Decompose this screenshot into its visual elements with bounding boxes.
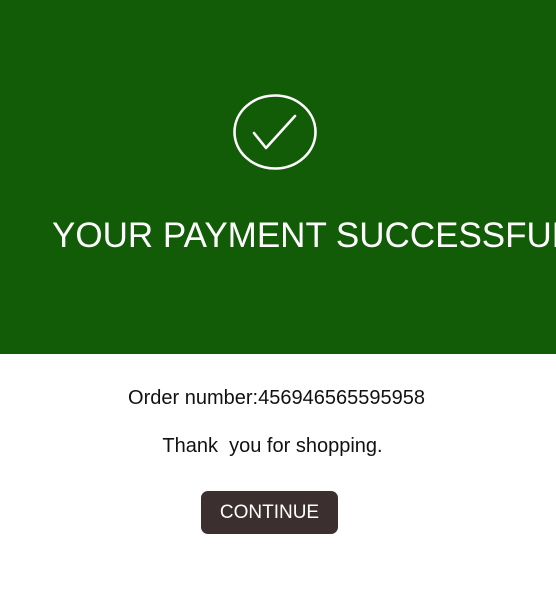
- continue-button[interactable]: CONTINUE: [201, 491, 338, 534]
- payment-success-banner: YOUR PAYMENT SUCCESSFUL: [0, 0, 556, 354]
- thank-you-message: Thank you for shopping.: [162, 435, 383, 457]
- checkmark-circle-icon: [233, 94, 317, 170]
- payment-success-title: YOUR PAYMENT SUCCESSFUL: [52, 216, 556, 255]
- order-number: Order number:456946565595958: [128, 387, 425, 409]
